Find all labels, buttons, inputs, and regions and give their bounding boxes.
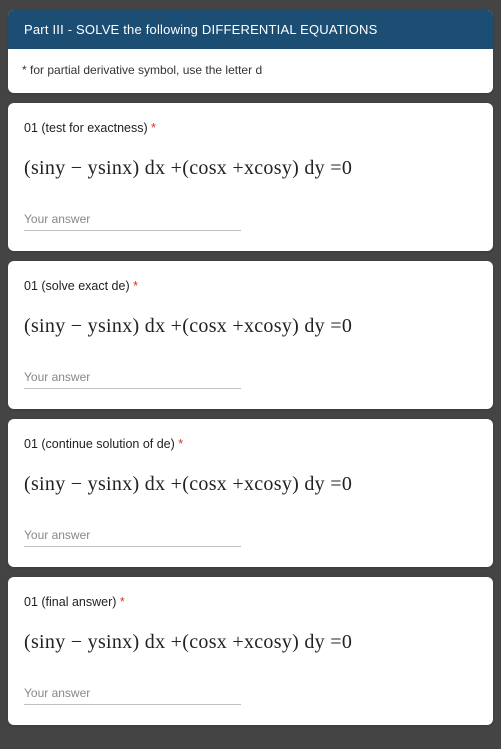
required-mark: * [151, 121, 156, 135]
answer-input[interactable] [24, 366, 241, 389]
question-card: 01 (continue solution of de) * (siny − y… [8, 419, 493, 567]
equation-text: (siny − ysinx) dx +(cosx +xcosy) dy =0 [24, 157, 477, 180]
question-title: 01 (continue solution of de) * [24, 437, 477, 451]
header-card: Part III - SOLVE the following DIFFERENT… [8, 10, 493, 93]
section-title: Part III - SOLVE the following DIFFERENT… [24, 22, 378, 37]
question-card: 01 (final answer) * (siny − ysinx) dx +(… [8, 577, 493, 725]
question-card: 01 (solve exact de) * (siny − ysinx) dx … [8, 261, 493, 409]
equation-text: (siny − ysinx) dx +(cosx +xcosy) dy =0 [24, 315, 477, 338]
instruction-text: * for partial derivative symbol, use the… [22, 63, 262, 77]
equation-text: (siny − ysinx) dx +(cosx +xcosy) dy =0 [24, 473, 477, 496]
answer-input[interactable] [24, 524, 241, 547]
required-mark: * [133, 279, 138, 293]
answer-input[interactable] [24, 208, 241, 231]
question-title: 01 (final answer) * [24, 595, 477, 609]
question-title-text: 01 (solve exact de) [24, 279, 130, 293]
section-header: Part III - SOLVE the following DIFFERENT… [8, 10, 493, 49]
question-title: 01 (test for exactness) * [24, 121, 477, 135]
required-mark: * [120, 595, 125, 609]
question-title: 01 (solve exact de) * [24, 279, 477, 293]
required-mark: * [178, 437, 183, 451]
answer-input[interactable] [24, 682, 241, 705]
question-card: 01 (test for exactness) * (siny − ysinx)… [8, 103, 493, 251]
equation-text: (siny − ysinx) dx +(cosx +xcosy) dy =0 [24, 631, 477, 654]
question-title-text: 01 (continue solution of de) [24, 437, 175, 451]
instruction-note: * for partial derivative symbol, use the… [8, 49, 493, 93]
question-title-text: 01 (test for exactness) [24, 121, 148, 135]
question-title-text: 01 (final answer) [24, 595, 116, 609]
